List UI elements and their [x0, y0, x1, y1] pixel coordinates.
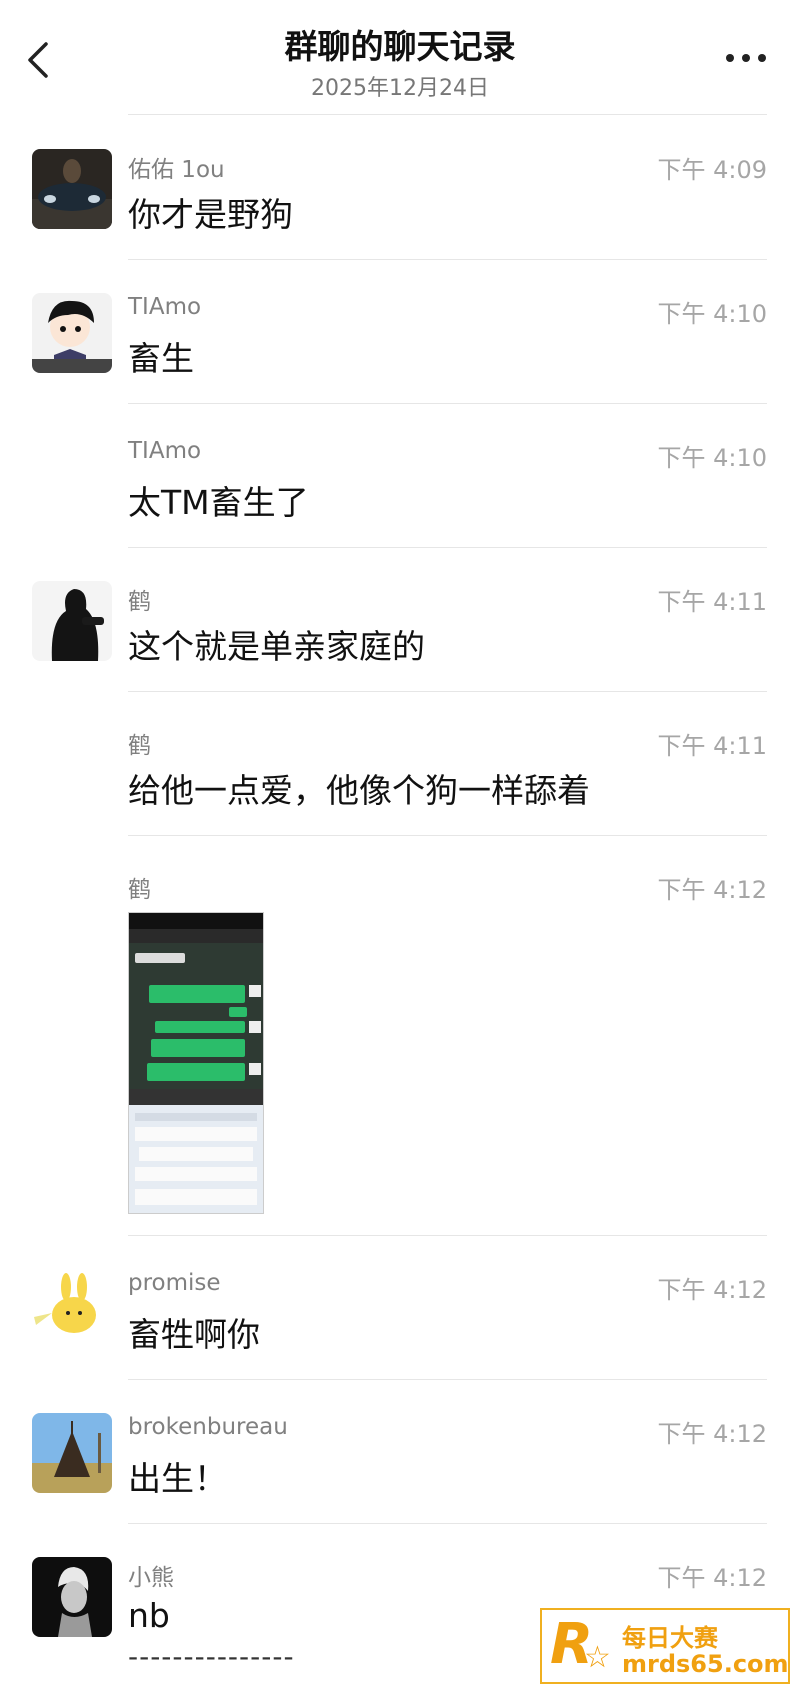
avatar[interactable] [32, 1557, 112, 1637]
sender-name: 小熊 [128, 1565, 174, 1591]
message-time: 下午 4:11 [657, 732, 767, 760]
message-time: 下午 4:12 [657, 1564, 767, 1592]
message-text: 畜牲啊你 [128, 1315, 260, 1354]
sender-name: brokenbureau [128, 1414, 288, 1440]
avatar[interactable] [32, 1413, 112, 1493]
sender-name: 佑佑 1ou [128, 157, 225, 183]
avatar[interactable] [32, 1269, 112, 1349]
watermark-line1: 每日大赛 [622, 1624, 718, 1652]
message-time: 下午 4:10 [657, 300, 767, 328]
dashes-text: --------------- [128, 1640, 295, 1673]
sender-name: promise [128, 1270, 221, 1296]
chat-screenshot-image[interactable] [128, 912, 264, 1214]
message-time: 下午 4:12 [657, 1276, 767, 1304]
message-time: 下午 4:09 [657, 156, 767, 184]
page-date: 2025年12月24日 [311, 76, 489, 101]
divider [128, 114, 767, 115]
message-time: 下午 4:10 [657, 444, 767, 472]
watermark-badge: R ☆ 每日大赛 mrds65.com [540, 1608, 790, 1684]
message-time: 下午 4:12 [657, 1420, 767, 1448]
message-text: 太TM畜生了 [128, 483, 309, 522]
message-text: 畜生 [128, 339, 194, 378]
avatar[interactable] [32, 149, 112, 229]
sender-name: TIAmo [128, 294, 202, 320]
message-text: 这个就是单亲家庭的 [128, 627, 425, 666]
message-item[interactable]: 鹤 下午 4:12 [0, 836, 800, 1236]
message-item[interactable]: TIAmo 下午 4:10 太TM畜生了 [0, 404, 800, 548]
sender-name: 鹤 [128, 589, 151, 615]
message-item[interactable]: brokenbureau 下午 4:12 出生！ [0, 1380, 800, 1524]
message-item[interactable]: 鹤 下午 4:11 给他一点爱，他像个狗一样舔着 [0, 692, 800, 836]
message-item[interactable]: TIAmo 下午 4:10 畜生 [0, 260, 800, 404]
sender-name: 鹤 [128, 733, 151, 759]
message-item[interactable]: 鹤 下午 4:11 这个就是单亲家庭的 [0, 548, 800, 692]
more-options-icon[interactable] [722, 48, 770, 68]
message-text: 出生！ [128, 1459, 227, 1498]
avatar[interactable] [32, 581, 112, 661]
message-text: 给他一点爱，他像个狗一样舔着 [128, 771, 590, 810]
sender-name: 鹤 [128, 877, 151, 903]
watermark-line2: mrds65.com [622, 1650, 789, 1678]
message-text: nb [128, 1596, 170, 1635]
message-item[interactable]: promise 下午 4:12 畜牲啊你 [0, 1236, 800, 1380]
avatar[interactable] [32, 293, 112, 373]
header: 群聊的聊天记录 2025年12月24日 [0, 0, 800, 115]
star-icon: ☆ [584, 1640, 611, 1675]
message-text: 你才是野狗 [128, 195, 293, 234]
page-title: 群聊的聊天记录 [284, 27, 516, 66]
message-time: 下午 4:12 [657, 876, 767, 904]
message-item[interactable]: 佑佑 1ou 下午 4:09 你才是野狗 [0, 116, 800, 260]
sender-name: TIAmo [128, 438, 202, 464]
message-time: 下午 4:11 [657, 588, 767, 616]
